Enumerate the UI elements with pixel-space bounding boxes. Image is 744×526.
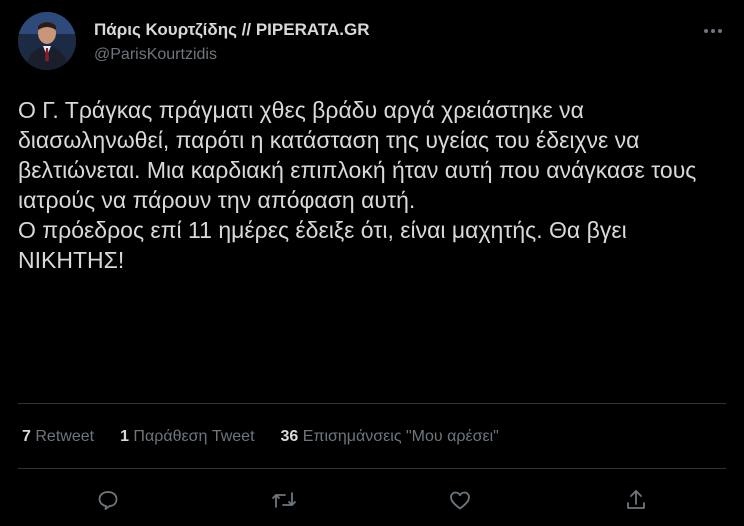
heart-icon[interactable]	[446, 486, 474, 514]
tweet-card: Πάρις Κουρτζίδης // PIPERATA.GR @ParisKo…	[0, 0, 744, 526]
share-icon[interactable]	[622, 486, 650, 514]
quotes-label: Παράθεση Tweet	[133, 428, 255, 445]
divider	[18, 403, 726, 404]
retweets-stat[interactable]: 7 Retweet	[22, 428, 94, 446]
action-bar	[0, 486, 744, 514]
author-handle[interactable]: @ParisKourtzidis	[94, 46, 217, 64]
divider	[18, 468, 726, 469]
retweet-icon[interactable]	[270, 486, 298, 514]
likes-count: 36	[280, 428, 299, 445]
likes-stat[interactable]: 36 Επισημάνσεις "Μου αρέσει"	[281, 428, 499, 446]
author-name[interactable]: Πάρις Κουρτζίδης // PIPERATA.GR	[94, 20, 370, 40]
retweets-count: 7	[22, 428, 31, 445]
reply-icon[interactable]	[94, 486, 122, 514]
tweet-text: Ο Γ. Τράγκας πράγματι χθες βράδυ αργά χρ…	[18, 97, 697, 273]
likes-label: Επισημάνσεις "Μου αρέσει"	[302, 428, 499, 445]
avatar[interactable]	[18, 12, 76, 70]
quotes-stat[interactable]: 1 Παράθεση Tweet	[120, 428, 254, 446]
quotes-count: 1	[120, 428, 129, 445]
more-dots-icon[interactable]	[700, 18, 726, 44]
tweet-stats: 7 Retweet 1 Παράθεση Tweet 36 Επισημάνσε…	[22, 428, 499, 446]
retweets-label: Retweet	[35, 428, 95, 445]
